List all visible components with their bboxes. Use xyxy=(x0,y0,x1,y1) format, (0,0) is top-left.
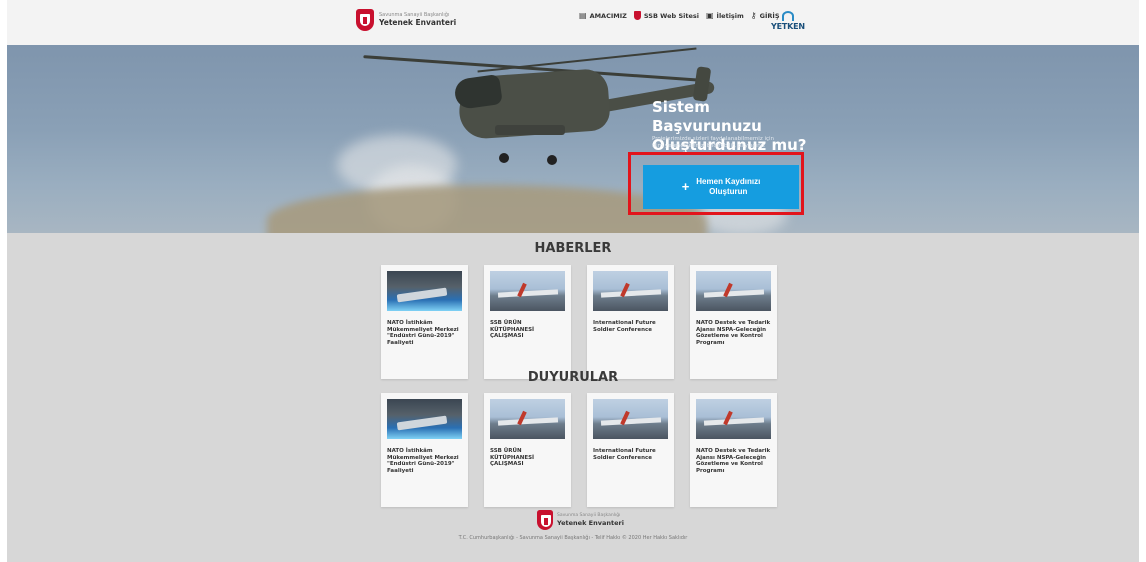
helicopter-fin xyxy=(692,66,712,102)
announcement-cards: NATO İstihkâm Mükemmeliyet Merkezi "Endü… xyxy=(381,393,777,507)
logo-title: Yetenek Envanteri xyxy=(379,18,457,28)
news-card-title: NATO İstihkâm Mükemmeliyet Merkezi "Endü… xyxy=(387,320,459,346)
hero-desc-line: Projelerimizde sizleri faydalanabilmemiz… xyxy=(652,136,775,142)
nav-label: SSB Web Sitesi xyxy=(643,11,699,20)
copyright-text: T.C. Cumhurbaşkanlığı - Savunma Sanayii … xyxy=(458,535,688,541)
cta-label-line: Oluşturun xyxy=(709,187,748,196)
create-registration-button[interactable]: + Hemen Kaydınızı Oluşturun xyxy=(643,165,799,209)
key-icon: ⚷ xyxy=(750,10,757,20)
announcements-section-title: DUYURULAR xyxy=(527,370,619,385)
news-card-title: NATO Destek ve Tedarik Ajansı NSPA-Gelec… xyxy=(696,320,771,346)
announcement-thumbnail xyxy=(387,399,462,439)
announcement-thumbnail xyxy=(490,399,565,439)
news-thumbnail xyxy=(490,271,565,311)
main-nav: ▤ AMACIMIZ SSB Web Sitesi ▣ İletişim ⚷ G… xyxy=(579,11,780,20)
news-card[interactable]: International Future Soldier Conference xyxy=(587,265,674,379)
nav-amacimiz[interactable]: ▤ AMACIMIZ xyxy=(579,10,627,20)
yetken-mark-icon xyxy=(781,11,794,21)
announcement-card-title: NATO İstihkâm Mükemmeliyet Merkezi "Endü… xyxy=(387,448,459,474)
top-header: Savunma Sanayii Başkanlığı Yetenek Envan… xyxy=(7,0,1139,45)
cta-label-line: Hemen Kaydınızı xyxy=(696,177,761,186)
news-card[interactable]: NATO İstihkâm Mükemmeliyet Merkezi "Endü… xyxy=(381,265,468,379)
footer-logo-subtitle: Savunma Sanayii Başkanlığı xyxy=(557,513,621,518)
site-logo[interactable]: Savunma Sanayii Başkanlığı Yetenek Envan… xyxy=(356,9,456,31)
nav-label: İletişim xyxy=(716,11,744,20)
announcement-thumbnail xyxy=(593,399,668,439)
ssb-shield-icon xyxy=(356,9,374,31)
news-card-title: SSB ÜRÜN KÜTÜPHANESİ ÇALIŞMASI xyxy=(490,320,535,339)
announcement-card[interactable]: NATO Destek ve Tedarik Ajansı NSPA-Gelec… xyxy=(690,393,777,507)
news-cards: NATO İstihkâm Mükemmeliyet Merkezi "Endü… xyxy=(381,265,777,379)
nav-iletisim[interactable]: ▣ İletişim xyxy=(705,10,744,20)
ssb-shield-icon xyxy=(537,510,553,530)
news-thumbnail xyxy=(696,271,771,311)
announcement-card-title: SSB ÜRÜN KÜTÜPHANESİ ÇALIŞMASI xyxy=(490,448,535,467)
yetken-wordmark: YETKEN xyxy=(771,22,805,31)
hero-desc-line: tüm yeteneklerinizi bildirebilir, paylaş… xyxy=(652,143,766,149)
announcement-card-title: International Future Soldier Conference xyxy=(593,448,656,461)
helicopter-weapons xyxy=(495,125,565,135)
hero-banner: Sistem Başvurunuzu Oluşturdunuz mu? Proj… xyxy=(7,45,1139,233)
ssb-logo-icon xyxy=(633,11,641,20)
page-frame: Savunma Sanayii Başkanlığı Yetenek Envan… xyxy=(7,0,1139,562)
news-card-title: International Future Soldier Conference xyxy=(593,320,656,333)
plus-icon: + xyxy=(681,179,690,194)
news-thumbnail xyxy=(593,271,668,311)
announcement-card[interactable]: SSB ÜRÜN KÜTÜPHANESİ ÇALIŞMASI xyxy=(484,393,571,507)
news-card[interactable]: NATO Destek ve Tedarik Ajansı NSPA-Gelec… xyxy=(690,265,777,379)
footer-logo-title: Yetenek Envanteri xyxy=(557,518,624,527)
cta-label: Hemen Kaydınızı Oluşturun xyxy=(696,177,760,197)
announcement-card-title: NATO Destek ve Tedarik Ajansı NSPA-Gelec… xyxy=(696,448,771,474)
news-section-title: HABERLER xyxy=(534,241,612,256)
nav-label: AMACIMIZ xyxy=(589,11,627,20)
book-icon: ▤ xyxy=(579,10,587,20)
hero-description: Projelerimizde sizleri faydalanabilmemiz… xyxy=(652,136,827,150)
hero-title-line: Sistem Başvurunuzu xyxy=(652,98,762,135)
helicopter-wheel xyxy=(499,153,509,163)
announcement-card[interactable]: NATO İstihkâm Mükemmeliyet Merkezi "Endü… xyxy=(381,393,468,507)
announcement-card[interactable]: International Future Soldier Conference xyxy=(587,393,674,507)
nav-ssb-web-sitesi[interactable]: SSB Web Sitesi xyxy=(633,11,699,20)
footer-logo[interactable]: Savunma Sanayii Başkanlığı Yetenek Envan… xyxy=(537,510,624,530)
helicopter-cockpit xyxy=(453,73,503,111)
helicopter-wheel xyxy=(547,155,557,165)
news-thumbnail xyxy=(387,271,462,311)
news-card[interactable]: SSB ÜRÜN KÜTÜPHANESİ ÇALIŞMASI xyxy=(484,265,571,379)
announcement-thumbnail xyxy=(696,399,771,439)
contact-icon: ▣ xyxy=(705,10,714,20)
yetken-logo[interactable]: YETKEN xyxy=(771,11,805,31)
